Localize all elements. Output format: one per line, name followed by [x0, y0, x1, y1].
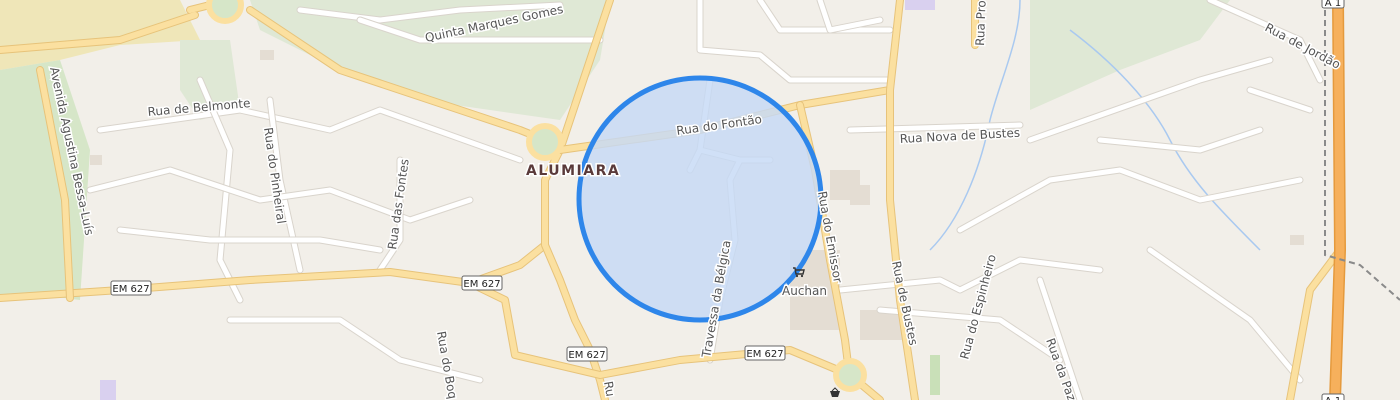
building	[1290, 235, 1304, 245]
road-shield-em627: EM 627	[744, 345, 786, 361]
road-shield-text: A 1	[1325, 396, 1341, 400]
road-shield-em627: EM 627	[110, 280, 152, 296]
park-area-northeast	[1030, 0, 1230, 110]
park-area-northwest	[0, 0, 200, 70]
building	[260, 50, 274, 60]
road-shield-a1: A 1	[1321, 393, 1345, 400]
street-label-rua-do-pinheiral: Rua do Pinheiral	[261, 126, 288, 224]
road-shield-text: A 1	[1325, 0, 1341, 9]
road-shield-text: EM 627	[112, 284, 149, 295]
building	[850, 185, 870, 205]
place-label-alumiara: ALUMIARA	[526, 163, 620, 179]
road-shield-a1: A 1	[1321, 0, 1345, 9]
street-label-rua-r: Ru	[601, 380, 617, 398]
street-label-rua-do-boq: Rua do Boq	[434, 330, 460, 400]
roundabout	[206, 0, 244, 24]
road-shield-text: EM 627	[746, 349, 783, 360]
map-canvas[interactable]: ALUMIARA Quinta Marques Gomes Rua de Bel…	[0, 0, 1400, 400]
building	[905, 0, 935, 10]
roundabout	[526, 123, 564, 161]
road-shield-em627: EM 627	[566, 346, 608, 362]
building	[100, 380, 116, 400]
road-shield-em627: EM 627	[461, 275, 503, 291]
street-label-rua-pro: Rua Pro	[973, 0, 989, 46]
street-label-rua-de-jordao: Rua de Jordão	[1263, 20, 1343, 71]
building	[930, 355, 940, 395]
poi-label-auchan: Auchan	[782, 284, 827, 298]
road-shield-text: EM 627	[568, 350, 605, 361]
street-label-rua-das-fontes: Rua das Fontes	[385, 158, 412, 250]
road-shield-text: EM 627	[463, 279, 500, 290]
building	[90, 155, 102, 165]
shopping-basket-icon	[830, 387, 840, 397]
roundabout	[833, 358, 867, 392]
map-view[interactable]: ALUMIARA Quinta Marques Gomes Rua de Bel…	[0, 0, 1400, 400]
street-label-rua-do-espinheiro: Rua do Espinheiro	[957, 253, 998, 361]
